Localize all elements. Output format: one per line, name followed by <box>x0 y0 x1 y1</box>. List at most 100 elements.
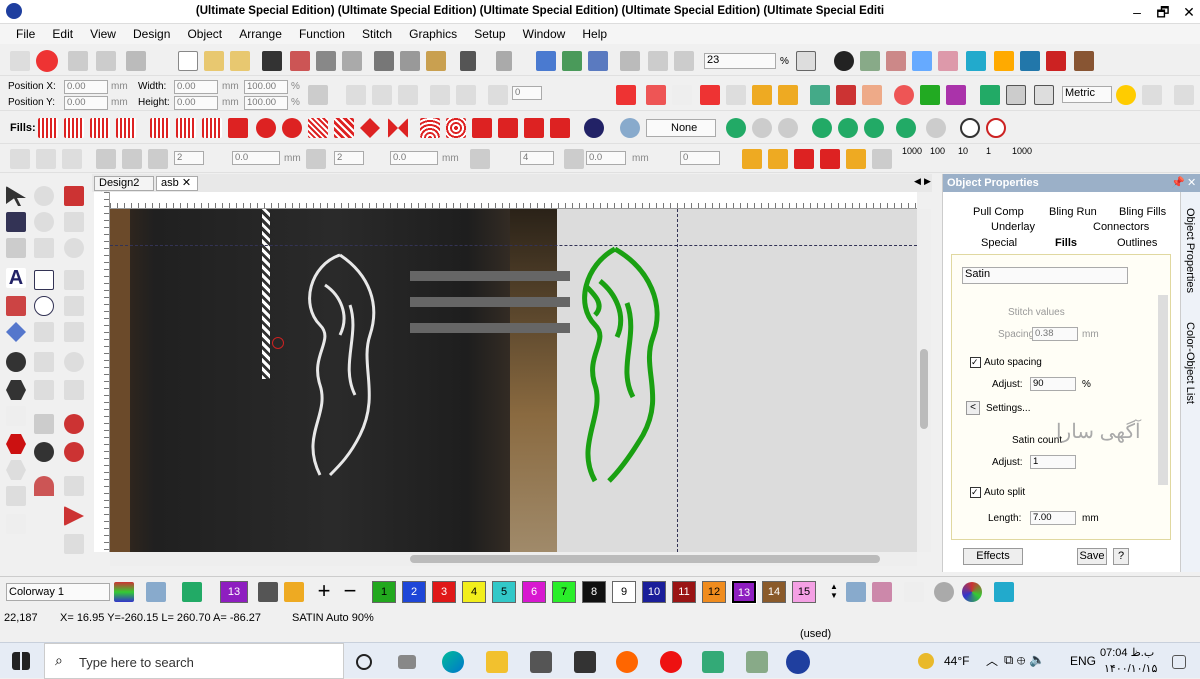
team-names-icon[interactable] <box>6 296 26 316</box>
fill-feather-icon[interactable] <box>646 85 666 105</box>
stitch-b-icon[interactable] <box>768 149 788 169</box>
step-100-label[interactable]: 100 <box>930 146 945 156</box>
design-canvas[interactable] <box>110 209 917 552</box>
color-swatch-4[interactable]: 4 <box>462 581 486 603</box>
path-icon[interactable] <box>726 85 746 105</box>
dots-icon[interactable] <box>6 514 26 534</box>
grid-icon[interactable] <box>938 51 958 71</box>
fork-icon[interactable] <box>752 85 772 105</box>
skew-icon[interactable] <box>456 85 476 105</box>
target-icon[interactable] <box>726 118 746 138</box>
stamp-icon[interactable] <box>6 238 26 258</box>
knife-icon[interactable] <box>64 186 84 206</box>
loop-icon[interactable] <box>34 380 54 400</box>
save-button[interactable]: Save <box>1077 548 1107 565</box>
reshape-tool-icon[interactable] <box>6 212 26 232</box>
fill-pattern-4-icon[interactable] <box>116 118 136 138</box>
image-icon[interactable] <box>810 85 830 105</box>
tab-outlines[interactable]: Outlines <box>1117 237 1157 251</box>
grid-a-icon[interactable] <box>96 149 116 169</box>
fill-pattern-1-icon[interactable] <box>38 118 58 138</box>
arrow-left-icon[interactable] <box>10 149 30 169</box>
palette-scroll-icon[interactable]: ▲ ▼ <box>824 582 844 602</box>
close-tab-icon[interactable]: ✕ <box>182 177 191 189</box>
palette-icon[interactable] <box>912 51 932 71</box>
weather-temp[interactable]: 44°F <box>944 654 969 668</box>
faded-tool-icon[interactable] <box>6 406 26 426</box>
bling-7-icon[interactable] <box>926 118 946 138</box>
triangle-icon[interactable] <box>64 506 84 526</box>
red-hexagon-icon[interactable] <box>6 434 26 454</box>
flower-icon[interactable] <box>64 414 84 434</box>
app-1-icon[interactable] <box>702 651 724 673</box>
value-1-input[interactable]: 2 <box>174 151 204 165</box>
fill-pattern-2-icon[interactable] <box>64 118 84 138</box>
home-icon[interactable] <box>10 51 30 71</box>
export-icon[interactable] <box>290 51 310 71</box>
rotation-input[interactable]: 0 <box>512 86 542 100</box>
flip-icon[interactable] <box>398 85 418 105</box>
lock-proportion-icon[interactable] <box>308 85 328 105</box>
table-grid-icon[interactable] <box>1006 85 1026 105</box>
guide-horizontal[interactable] <box>110 245 917 246</box>
fill-wave-icon[interactable] <box>616 85 636 105</box>
fill-pattern-5-icon[interactable] <box>150 118 170 138</box>
vertical-scrollbar[interactable] <box>917 209 931 552</box>
auto-spacing-checkbox[interactable]: ✓ <box>970 357 981 368</box>
distribute-icon[interactable] <box>372 85 392 105</box>
cc-icon[interactable] <box>34 442 54 462</box>
fill-pattern-7-icon[interactable] <box>202 118 222 138</box>
panel-scrollbar[interactable] <box>1158 295 1168 485</box>
menu-window[interactable]: Window <box>516 24 573 44</box>
value-5-input[interactable]: 4 <box>520 151 554 165</box>
tab-bling-fills[interactable]: Bling Fills <box>1119 206 1166 220</box>
color-list-icon[interactable] <box>114 582 134 602</box>
tab-design2[interactable]: Design2 ✕ <box>94 176 154 202</box>
menu-stitch[interactable]: Stitch <box>355 24 399 44</box>
units-select[interactable]: Metric <box>1062 86 1112 103</box>
sidebar-object-properties[interactable]: Object Properties <box>1184 208 1196 293</box>
trace-icon[interactable] <box>620 51 640 71</box>
fill-pattern-15-icon[interactable] <box>420 118 440 138</box>
color-swatch-8[interactable]: 8 <box>582 581 606 603</box>
stitch-d-icon[interactable] <box>820 149 840 169</box>
frame-icon[interactable] <box>994 51 1014 71</box>
scroll-thumb[interactable] <box>920 349 928 429</box>
bend-icon[interactable] <box>64 380 84 400</box>
open-folder-icon[interactable] <box>204 51 224 71</box>
stitch-f-icon[interactable] <box>872 149 892 169</box>
clock-time[interactable]: 07:04 ب.ظ <box>1100 646 1154 659</box>
menu-file[interactable]: File <box>0 24 42 44</box>
info-icon[interactable] <box>834 51 854 71</box>
color-swatch-14[interactable]: 14 <box>762 581 786 603</box>
color-swatch-3[interactable]: 3 <box>432 581 456 603</box>
color-dots-icon[interactable] <box>620 118 640 138</box>
value-2-input[interactable]: 0.0 <box>232 151 280 165</box>
menu-view[interactable]: View <box>83 24 123 44</box>
height-input[interactable]: 0.00 <box>174 96 218 110</box>
firefox-icon[interactable] <box>616 651 638 673</box>
menu-arrange[interactable]: Arrange <box>232 24 289 44</box>
scroll-thumb[interactable] <box>410 555 880 563</box>
value-4-input[interactable]: 0.0 <box>390 151 438 165</box>
settings-expand-button[interactable]: < <box>966 401 980 415</box>
step-10-label[interactable]: 10 <box>958 146 968 156</box>
star-icon[interactable] <box>862 85 882 105</box>
color-wheel-icon[interactable] <box>860 51 880 71</box>
frame-round-icon[interactable] <box>980 85 1000 105</box>
fill-pattern-17-icon[interactable] <box>472 118 492 138</box>
applique-icon[interactable] <box>894 85 914 105</box>
open-recent-icon[interactable] <box>230 51 250 71</box>
colorway-select[interactable]: Colorway 1 <box>6 583 110 601</box>
move-icon[interactable] <box>62 149 82 169</box>
moon-icon[interactable] <box>584 118 604 138</box>
curve-icon[interactable] <box>1142 85 1162 105</box>
thread-chart-icon[interactable] <box>182 582 202 602</box>
tab-fills[interactable]: Fills <box>1055 237 1077 251</box>
add-color-icon[interactable]: + <box>314 580 334 602</box>
hoop-icon[interactable] <box>966 51 986 71</box>
arch-icon[interactable] <box>64 322 84 342</box>
dial-icon[interactable] <box>64 352 84 372</box>
wilcom-logo-icon[interactable] <box>36 50 58 72</box>
polygon-icon[interactable] <box>64 270 84 290</box>
